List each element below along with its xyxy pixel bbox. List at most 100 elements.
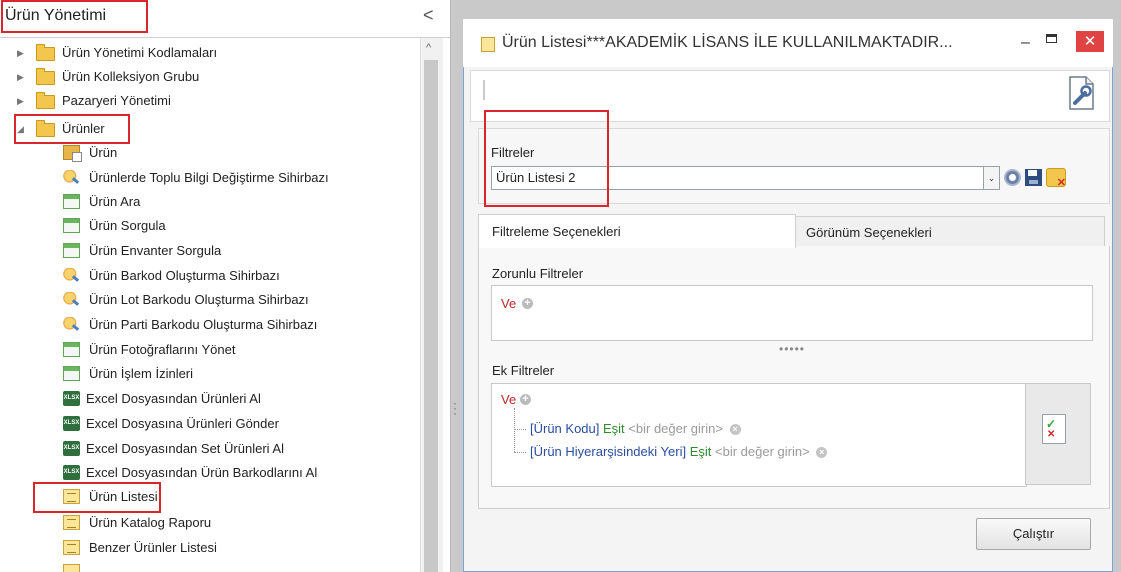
tree-item[interactable]: Ürün Sorgula <box>0 214 420 238</box>
tree-item-label: Excel Dosyasından Set Ürünleri Al <box>86 441 284 456</box>
condition-field[interactable]: [Ürün Hiyerarşisindeki Yeri] <box>530 444 686 459</box>
highlight-box <box>33 482 161 513</box>
tree-item-label: Ürünlerde Toplu Bilgi Değiştirme Sihirba… <box>89 170 329 185</box>
section-splitter[interactable]: ••••• <box>779 342 805 356</box>
save-icon[interactable] <box>1025 169 1042 186</box>
highlight-box <box>1 0 148 33</box>
tree-item[interactable]: Ürün Katalog Raporu <box>0 511 420 535</box>
and-operator[interactable]: Ve <box>501 296 516 311</box>
tree-item[interactable]: Ürün Ara <box>0 190 420 214</box>
tab-label: Filtreleme Seçenekleri <box>492 224 621 239</box>
tree-item[interactable]: Ürün <box>0 141 420 165</box>
tree-item[interactable]: XLSX Excel Dosyasından Set Ürünleri Al <box>0 437 420 461</box>
tree-item-folder[interactable]: ▶ Ürün Yönetimi Kodlamaları <box>0 41 420 65</box>
highlight-box <box>484 110 609 207</box>
scroll-up-arrow-icon[interactable]: ^ <box>426 42 431 54</box>
tree-item[interactable]: Ürün Lot Barkodu Oluşturma Sihirbazı <box>0 288 420 312</box>
tree-item-label: Ürün Parti Barkodu Oluşturma Sihirbazı <box>89 317 318 332</box>
required-filters-box <box>491 285 1093 341</box>
folder-icon <box>36 44 55 61</box>
tree-item-label: Pazaryeri Yönetimi <box>62 93 171 108</box>
form-icon <box>63 194 80 209</box>
required-filters-label: Zorunlu Filtreler <box>492 266 584 281</box>
condition-value[interactable]: <bir değer girin> <box>628 421 723 436</box>
gear-icon[interactable] <box>1004 169 1021 186</box>
tree-item-label: Ürün Kolleksiyon Grubu <box>62 69 200 84</box>
tree-item[interactable]: XLSX Excel Dosyasına Ürünleri Gönder <box>0 412 420 436</box>
tree-connector <box>514 408 516 452</box>
condition-operator[interactable]: Eşit <box>690 444 712 459</box>
form-icon <box>63 342 80 357</box>
tree-item-label: Ürün Lot Barkodu Oluşturma Sihirbazı <box>89 292 309 307</box>
tree-item-label: Excel Dosyasından Ürünleri Al <box>86 391 261 406</box>
wizard-icon <box>63 268 80 283</box>
and-operator[interactable]: Ve <box>501 392 516 407</box>
additional-filters-label: Ek Filtreler <box>492 363 555 378</box>
tree-item-label: Ürün Sorgula <box>89 218 166 233</box>
close-button[interactable]: ✕ <box>1076 31 1104 52</box>
wizard-icon <box>63 317 80 332</box>
filter-condition[interactable]: [Ürün Kodu] Eşit <bir değer girin> × <box>530 421 741 436</box>
form-icon <box>63 366 80 381</box>
run-button[interactable]: Çalıştır <box>976 518 1091 550</box>
tab-label: Görünüm Seçenekleri <box>806 225 932 240</box>
tree-item-label: Ürün Ara <box>89 194 141 209</box>
tree-item[interactable]: Ürün Envanter Sorgula <box>0 239 420 263</box>
tree-connector <box>514 429 526 430</box>
tree-item-label: Benzer Ürünler Listesi <box>89 540 217 555</box>
list-report-icon <box>63 564 80 572</box>
add-condition-icon[interactable]: + <box>522 298 533 309</box>
tree-item[interactable]: Ürün Barkod Oluşturma Sihirbazı <box>0 264 420 288</box>
form-icon <box>63 243 80 258</box>
product-icon <box>63 145 82 162</box>
tree-item-label: Ürün Envanter Sorgula <box>89 243 222 258</box>
condition-operator[interactable]: Eşit <box>603 421 625 436</box>
panel-splitter[interactable] <box>451 0 462 572</box>
tree-item-label: Ürün İşlem İzinleri <box>89 366 194 381</box>
list-report-icon <box>63 540 80 555</box>
delete-filter-icon[interactable] <box>1046 168 1066 189</box>
condition-field[interactable]: [Ürün Kodu] <box>530 421 599 436</box>
excel-icon: XLSX <box>63 441 80 456</box>
tree-item-folder[interactable]: ▶ Ürün Kolleksiyon Grubu <box>0 65 420 89</box>
tree-item-label: Ürün Barkod Oluşturma Sihirbazı <box>89 268 280 283</box>
tree-item[interactable]: Ürün İşlem İzinleri <box>0 362 420 386</box>
expand-arrow-icon[interactable]: ▶ <box>17 89 27 113</box>
tree-item[interactable]: XLSX Excel Dosyasından Ürünleri Al <box>0 387 420 411</box>
list-report-icon <box>481 37 495 52</box>
tree-item-label: Ürün Katalog Raporu <box>89 515 212 530</box>
tree-item[interactable]: Ürün Fotoğraflarını Yönet <box>0 338 420 362</box>
tree-item-label: Excel Dosyasına Ürünleri Gönder <box>86 416 279 431</box>
remove-condition-icon[interactable]: × <box>816 447 828 459</box>
tree-item[interactable]: Ürünlerde Toplu Bilgi Değiştirme Sihirba… <box>0 166 420 190</box>
wrench-document-icon[interactable] <box>1066 75 1096 111</box>
scrollbar-thumb[interactable] <box>424 60 438 572</box>
wizard-icon <box>63 170 80 185</box>
folder-icon <box>36 68 55 85</box>
excel-icon: XLSX <box>63 391 80 406</box>
remove-condition-icon[interactable]: × <box>729 424 741 436</box>
expand-arrow-icon[interactable]: ▶ <box>17 41 27 65</box>
filter-condition[interactable]: [Ürün Hiyerarşisindeki Yeri] Eşit <bir d… <box>530 444 828 459</box>
splitter-grip-icon[interactable]: · · · <box>453 397 457 419</box>
tree-item-label: Ürün Fotoğraflarını Yönet <box>89 342 236 357</box>
maximize-button[interactable] <box>1046 34 1057 43</box>
toolbar-separator <box>483 80 485 100</box>
tree-item[interactable]: Ürün Parti Barkodu Oluşturma Sihirbazı <box>0 313 420 337</box>
form-icon <box>63 218 80 233</box>
excel-icon: XLSX <box>63 465 80 480</box>
list-report-icon <box>63 515 80 530</box>
tree-item-label: Ürün Yönetimi Kodlamaları <box>62 45 218 60</box>
collapse-panel-button[interactable]: < <box>423 5 434 26</box>
expand-arrow-icon[interactable]: ▶ <box>17 65 27 89</box>
tree-item[interactable]: Benzer Ürünler Listesi <box>0 536 420 560</box>
checklist-icon <box>1042 414 1066 444</box>
condition-value[interactable]: <bir değer girin> <box>715 444 810 459</box>
highlight-box <box>14 114 130 144</box>
tree-item-folder[interactable]: ▶ Pazaryeri Yönetimi <box>0 89 420 113</box>
tree-connector <box>514 452 526 453</box>
chevron-down-icon[interactable]: ⌄ <box>984 166 1000 190</box>
excel-icon: XLSX <box>63 416 80 431</box>
minimize-button[interactable]: – <box>1021 34 1030 52</box>
add-condition-icon[interactable]: + <box>520 394 531 405</box>
